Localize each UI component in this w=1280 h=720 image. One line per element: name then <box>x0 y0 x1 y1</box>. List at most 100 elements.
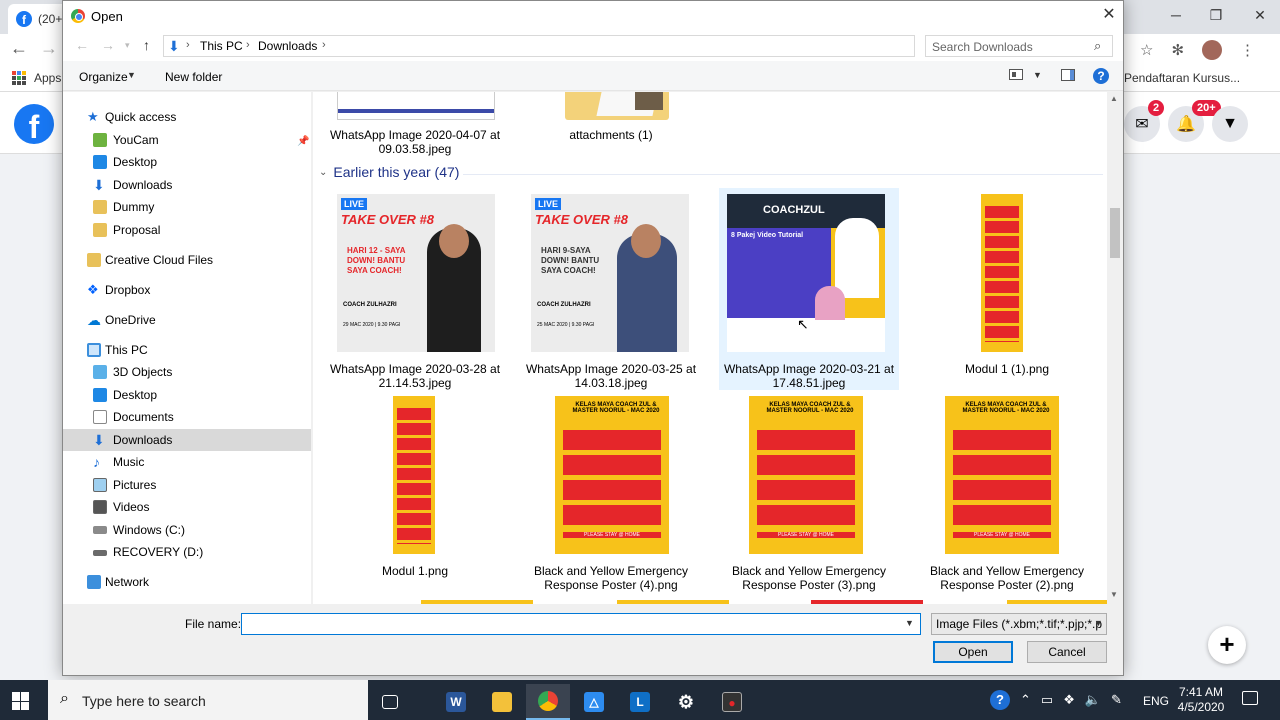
folder-item[interactable]: attachments (1) <box>521 92 701 144</box>
maximize-icon[interactable]: ❐ <box>1206 6 1226 24</box>
extension-icon[interactable]: ✻ <box>1171 41 1184 59</box>
settings-gear-icon[interactable]: ⚙ <box>664 684 708 720</box>
tree-item-documents[interactable]: Documents <box>63 406 311 428</box>
preview-pane-icon[interactable] <box>1061 69 1075 81</box>
search-icon[interactable]: ⌕ <box>1094 38 1101 54</box>
tree-item-recovery-d[interactable]: RECOVERY (D:) <box>63 541 311 563</box>
search-input[interactable]: Search Downloads ⌕ <box>925 35 1113 57</box>
file-type-select[interactable]: Image Files (*.xbm;*.tif;*.pjp;*.p <box>931 613 1107 635</box>
apps-bookmark[interactable]: Apps <box>34 71 61 85</box>
organize-button[interactable]: Organize <box>79 70 128 84</box>
battery-icon[interactable]: ▭ <box>1041 692 1053 708</box>
tree-item-network[interactable]: Network <box>63 571 311 593</box>
volume-icon[interactable]: 🔈 <box>1085 692 1101 708</box>
tree-item-pc-desktop[interactable]: Desktop <box>63 384 311 406</box>
recorder-app-icon[interactable]: ● <box>710 684 754 720</box>
pin-icon[interactable]: 📌 <box>297 136 309 147</box>
help-tray-icon[interactable]: ? <box>990 690 1010 710</box>
nav-back-icon[interactable]: ← <box>75 37 89 53</box>
breadcrumb-downloads[interactable]: Downloads <box>258 39 317 53</box>
breadcrumb-separator-icon[interactable]: › <box>322 39 326 51</box>
file-item[interactable]: KELAS MAYA COACH ZUL & MASTER NOORUL - M… <box>917 394 1097 592</box>
file-item[interactable]: LIVE TAKE OVER #8 HARI 9-SAYA DOWN! BANT… <box>521 192 701 390</box>
tree-item-quick-access[interactable]: ★ Quick access <box>63 106 311 128</box>
drawing-app-icon[interactable]: △ <box>572 684 616 720</box>
browser-tab[interactable]: f (20+ <box>8 4 68 34</box>
file-item[interactable]: KELAS MAYA COACH ZUL & MASTER NOORUL - M… <box>521 394 701 592</box>
dropbox-tray-icon[interactable]: ❖ <box>1063 692 1075 708</box>
messenger-badge: 2 <box>1148 100 1165 116</box>
tree-item-downloads-quick[interactable]: ⬇ Downloads <box>63 174 311 196</box>
breadcrumb-separator-icon[interactable]: › <box>186 39 190 51</box>
tree-item-dummy[interactable]: Dummy <box>63 196 311 218</box>
file-name-input[interactable] <box>241 613 921 635</box>
file-type-caret-icon[interactable]: ▼ <box>1094 618 1103 628</box>
kebab-menu-icon[interactable]: ⋮ <box>1240 41 1255 59</box>
profile-avatar[interactable] <box>1202 40 1223 60</box>
group-header[interactable]: ⌄ Earlier this year (47) <box>319 164 459 180</box>
breadcrumb-separator-icon[interactable]: › <box>246 39 250 51</box>
file-item[interactable]: KELAS MAYA COACH ZUL & MASTER NOORUL - M… <box>719 394 899 592</box>
view-options-caret-icon[interactable]: ▼ <box>1033 70 1042 80</box>
taskbar-search-box[interactable]: ⌕ Type here to search <box>48 680 368 720</box>
windows-start-icon[interactable] <box>12 692 30 710</box>
chrome-app-icon[interactable] <box>526 684 570 720</box>
clock[interactable]: 7:41 AM 4/5/2020 <box>1176 685 1226 715</box>
file-item-hovered[interactable]: COACHZUL 8 Pakej Video Tutorial ↖ WhatsA… <box>719 188 899 390</box>
facebook-logo-icon[interactable]: f <box>14 104 54 144</box>
bookmark-pendaftaran[interactable]: Pendaftaran Kursus... <box>1124 71 1240 85</box>
recent-locations-caret-icon[interactable]: ▾ <box>125 40 130 51</box>
tree-item-videos[interactable]: Videos <box>63 496 311 518</box>
lync-app-icon[interactable]: L <box>618 684 662 720</box>
nav-up-icon[interactable]: ↑ <box>143 37 150 53</box>
tree-item-onedrive[interactable]: ☁ OneDrive <box>63 309 311 331</box>
tree-item-3d-objects[interactable]: 3D Objects <box>63 361 311 383</box>
tree-item-dropbox[interactable]: ❖ Dropbox <box>63 279 311 301</box>
new-folder-button[interactable]: New folder <box>165 70 222 84</box>
show-hidden-icons-icon[interactable]: ⌃ <box>1020 692 1031 708</box>
help-icon[interactable]: ? <box>1093 68 1109 84</box>
file-name-dropdown-icon[interactable]: ▼ <box>905 618 914 628</box>
account-menu-caret-icon[interactable]: ▼ <box>1212 106 1248 142</box>
vertical-scrollbar[interactable]: ▲ ▼ <box>1107 92 1123 604</box>
tree-item-desktop[interactable]: Desktop <box>63 151 311 173</box>
apps-grid-icon[interactable] <box>12 71 26 85</box>
file-item[interactable]: Modul 1.png <box>325 394 505 584</box>
scroll-up-arrow-icon[interactable]: ▲ <box>1110 94 1118 103</box>
tree-item-this-pc[interactable]: This PC <box>63 339 311 361</box>
file-item[interactable]: WhatsApp Image 2020-04-07 at 09.03.58.jp… <box>325 92 505 160</box>
nav-forward-icon[interactable]: → <box>101 37 115 53</box>
tree-item-downloads-selected[interactable]: ⬇ Downloads <box>63 429 311 451</box>
pen-icon[interactable]: ✎ <box>1111 692 1122 708</box>
cancel-button[interactable]: Cancel <box>1027 641 1107 663</box>
open-button[interactable]: Open <box>933 641 1013 663</box>
file-item[interactable]: LIVE TAKE OVER #8 HARI 12 - SAYA DOWN! B… <box>325 192 505 390</box>
file-explorer-icon[interactable] <box>480 684 524 720</box>
window-close-icon[interactable]: ✕ <box>1250 6 1270 24</box>
minimize-icon[interactable]: ─ <box>1166 6 1186 24</box>
tree-item-proposal[interactable]: Proposal <box>63 219 311 241</box>
file-item[interactable]: Modul 1 (1).png <box>917 192 1097 390</box>
word-app-icon[interactable]: W <box>434 684 478 720</box>
tree-item-windows-c[interactable]: Windows (C:) <box>63 519 311 541</box>
tree-item-youcam[interactable]: YouCam <box>63 129 311 151</box>
scrollbar-thumb[interactable] <box>1110 208 1120 258</box>
new-message-plus-button[interactable]: + <box>1208 626 1246 664</box>
task-view-icon[interactable] <box>368 684 412 720</box>
scroll-down-arrow-icon[interactable]: ▼ <box>1110 590 1118 599</box>
forward-arrow-icon[interactable]: → <box>40 38 58 59</box>
address-bar[interactable]: ⬇ › This PC › Downloads › ⌄ ↻ <box>163 35 1009 57</box>
tree-label: Music <box>113 455 145 469</box>
tree-item-pictures[interactable]: Pictures <box>63 474 311 496</box>
bookmark-star-icon[interactable]: ☆ <box>1140 41 1153 59</box>
breadcrumb-this-pc[interactable]: This PC <box>200 39 243 53</box>
change-view-icon[interactable] <box>1009 69 1023 80</box>
back-arrow-icon[interactable]: ← <box>10 38 28 59</box>
tree-item-creative-cloud[interactable]: Creative Cloud Files <box>63 249 311 271</box>
tree-item-music[interactable]: ♪ Music <box>63 451 311 473</box>
organize-caret-icon[interactable]: ▼ <box>127 70 136 80</box>
language-indicator[interactable]: ENG <box>1143 694 1169 708</box>
dialog-close-icon[interactable]: ✕ <box>1099 5 1119 25</box>
action-center-icon[interactable] <box>1242 691 1258 705</box>
collapse-caret-icon[interactable]: ⌄ <box>319 167 327 178</box>
